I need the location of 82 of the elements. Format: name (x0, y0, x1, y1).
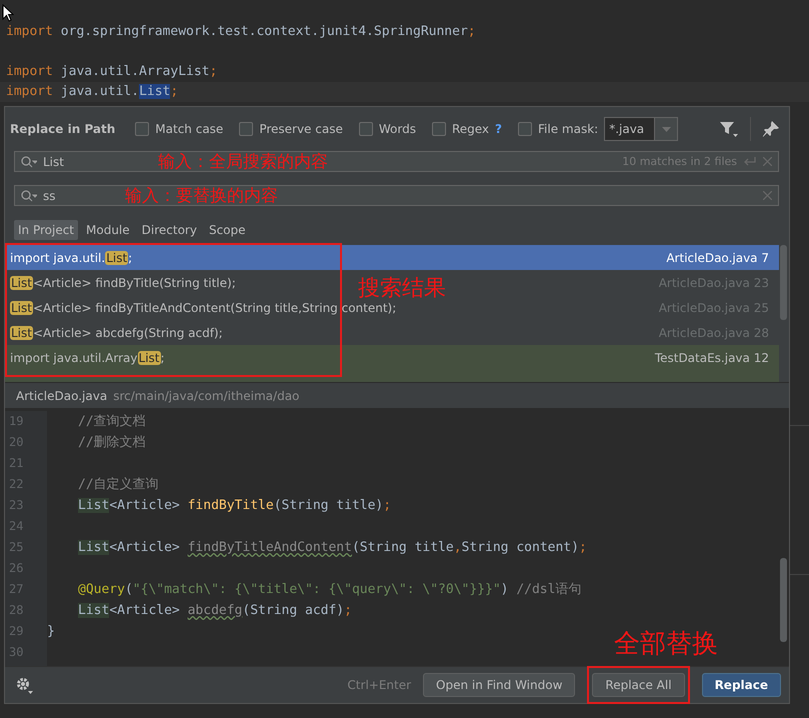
code-text: ( (124, 582, 133, 597)
code-text: import (6, 84, 53, 99)
code-text: List (78, 498, 110, 513)
annotation-text: 输入：全局搜索的内容 (158, 151, 328, 173)
scrollbar[interactable] (780, 558, 787, 642)
result-location: ArticleDao.java 7 (666, 250, 769, 264)
search-icon (21, 190, 37, 202)
option-label: Match case (155, 122, 224, 136)
result-text[interactable]: List<Article> findByTitleAndContent(String title,String content); (10, 300, 396, 314)
checkbox[interactable] (518, 122, 532, 136)
code-text: List (78, 603, 110, 618)
code-text: import (6, 64, 53, 79)
pin-icon[interactable] (763, 121, 779, 137)
code-text: ; (170, 84, 178, 99)
filter-icon[interactable] (720, 121, 738, 137)
file-name: ArticleDao.java (16, 388, 108, 402)
code-text: findByTitle (188, 498, 274, 513)
search-icon (21, 156, 37, 168)
code-text: //查询文档 (78, 414, 146, 429)
code-text: ; (210, 64, 218, 79)
code-text: ; (344, 603, 352, 618)
option-label: Preserve case (259, 122, 343, 136)
file-mask-dropdown[interactable]: *.java (604, 117, 678, 141)
scope-tab[interactable]: Directory (138, 220, 201, 240)
result-text[interactable]: List<Article> findByTitle(String title); (10, 276, 236, 290)
checkbox[interactable] (135, 122, 150, 136)
result-location: TestDataEs.java 12 (654, 350, 769, 364)
code-text: ; (578, 540, 587, 555)
option-label: File mask: (538, 122, 598, 136)
code-text: java.util.ArrayList (60, 64, 210, 79)
scope-tab[interactable]: In Project (14, 220, 78, 240)
code-text: @Query (78, 582, 125, 597)
dialog-button[interactable]: Open in Find Window (423, 673, 576, 697)
settings-icon[interactable] (15, 676, 33, 694)
result-text[interactable]: import java.util.List; (10, 250, 132, 264)
result-text[interactable]: import java.util.Array List; (10, 350, 165, 364)
code-text: import (6, 24, 53, 39)
code-text: <Article> (109, 603, 181, 618)
code-text: findByTitleAndContent (188, 540, 352, 555)
annotation-text: 全部替换 (614, 628, 718, 661)
option-label: Regex (452, 122, 490, 136)
dialog-title: Replace in Path (10, 122, 116, 136)
help-icon[interactable]: ? (495, 122, 502, 136)
result-text[interactable]: List<Article> abcdefg(String acdf); (10, 326, 223, 340)
code-text: abcdefg (188, 603, 242, 618)
code-text: List (78, 540, 110, 555)
caret-icon (662, 126, 671, 132)
annotation-text: 输入：要替换的内容 (125, 185, 278, 207)
dialog-button[interactable]: Replace (702, 673, 781, 697)
shortcut-hint: Ctrl+Enter (347, 678, 412, 692)
code-text: String content) (462, 540, 579, 555)
code-text: org.springframework.test.context.junit4.SpringRunner (60, 24, 468, 39)
code-text: (String title) (274, 498, 384, 513)
checkbox[interactable] (432, 122, 446, 136)
code-text: ; (383, 498, 392, 513)
annotation-text: 搜索结果 (358, 275, 446, 302)
code-text: (String acdf) (242, 603, 344, 618)
code-text: //自定义查询 (78, 477, 159, 492)
code-text: } (47, 624, 55, 639)
code-text: (String title (352, 540, 454, 555)
dialog-button[interactable]: Replace All (592, 673, 685, 697)
scope-tab[interactable]: Scope (204, 220, 250, 240)
code-text: java.util. (60, 84, 140, 99)
close-icon[interactable] (763, 157, 772, 166)
mouse-pointer-icon (2, 4, 14, 22)
code-text: //删除文档 (78, 435, 146, 450)
code-text: ; (468, 24, 476, 39)
close-icon[interactable] (763, 191, 772, 200)
code-text: <Article> (109, 540, 181, 555)
checkbox[interactable] (358, 122, 373, 136)
checkbox[interactable] (239, 122, 254, 136)
return-icon[interactable] (743, 156, 757, 166)
file-path: src/main/java/com/itheima/dao (113, 388, 300, 402)
scrollbar[interactable] (780, 245, 787, 320)
code-text: //dsl语句 (516, 582, 582, 597)
code-text: "{\"match\": {\"title\": {\"query\": \"?0\"}}}" (132, 582, 501, 597)
code-text: <Article> (109, 498, 181, 513)
option-label: Words (378, 122, 416, 136)
code-text: , (454, 540, 462, 555)
code-text: ) (500, 582, 510, 597)
code-text: List (139, 84, 170, 99)
scope-tab[interactable]: Module (82, 220, 134, 240)
